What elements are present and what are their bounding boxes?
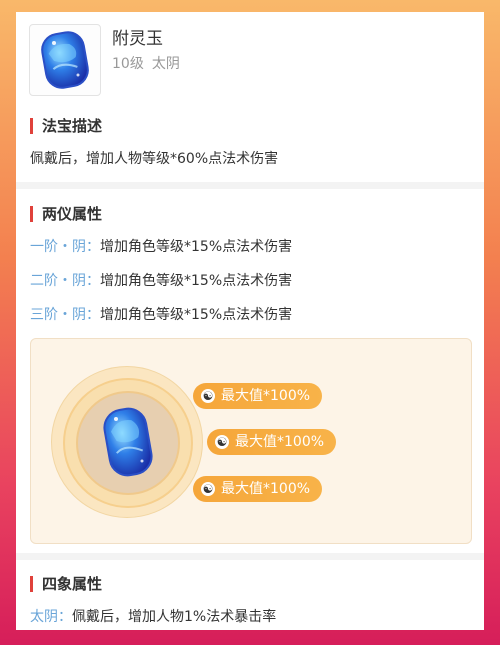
item-meta: 10级 太阴 [112, 53, 180, 73]
section-divider [16, 182, 484, 189]
tier-text: 增加角色等级*15%点法术伤害 [100, 273, 293, 289]
yin-yang-icon: ☯ [215, 435, 229, 449]
section-title-description: 法宝描述 [30, 118, 102, 134]
ring-inner [76, 391, 180, 495]
description-text: 佩戴后，增加人物等级*60%点法术伤害 [30, 151, 279, 167]
section-title-four-xiang: 四象属性 [30, 576, 102, 592]
blue-jade-gem-icon [103, 407, 153, 477]
item-header: 附灵玉 10级 太阴 [16, 12, 484, 107]
section-divider [16, 553, 484, 560]
tier-text: 增加角色等级*15%点法术伤害 [100, 307, 293, 323]
two-yi-row: 三阶・阴：增加角色等级*15%点法术伤害 [30, 307, 293, 323]
tier-text: 增加角色等级*15%点法术伤害 [100, 239, 293, 255]
four-xiang-row: 太阴：佩戴后，增加人物1%法术暴击率 [30, 609, 277, 625]
tier-label: 三阶・阴 [30, 307, 86, 323]
bonus-pill: ☯ 最大值*100% [193, 476, 323, 502]
item-level: 10级 [112, 56, 144, 72]
yin-yang-icon: ☯ [201, 389, 215, 403]
two-yi-row: 二阶・阴：增加角色等级*15%点法术伤害 [30, 273, 293, 289]
two-yi-row: 一阶・阴：增加角色等级*15%点法术伤害 [30, 239, 293, 255]
bonus-panel: ☯ 最大值*100% ☯ 最大值*100% ☯ 最大值*100% [30, 338, 472, 544]
bonus-text: 最大值*100% [235, 434, 325, 450]
item-element: 太阴 [151, 56, 180, 72]
bonus-text: 最大值*100% [221, 481, 311, 497]
yin-yang-icon: ☯ [201, 482, 215, 496]
item-name: 附灵玉 [112, 29, 163, 49]
tier-label: 二阶・阴 [30, 273, 86, 289]
tier-label: 一阶・阴 [30, 239, 86, 255]
bonus-pill: ☯ 最大值*100% [207, 429, 337, 455]
bonus-pill: ☯ 最大值*100% [193, 383, 323, 409]
section-title-two-yi: 两仪属性 [30, 206, 102, 222]
blue-jade-gem-icon [41, 31, 89, 89]
item-detail-card: 附灵玉 10级 太阴 法宝描述 佩戴后，增加人物等级*60%点法术伤害 两仪属性 … [16, 12, 484, 630]
bonus-text: 最大值*100% [221, 388, 311, 404]
tier-label: 太阴 [30, 609, 58, 625]
item-thumbnail [29, 24, 101, 96]
tier-text: 佩戴后，增加人物1%法术暴击率 [72, 609, 277, 625]
